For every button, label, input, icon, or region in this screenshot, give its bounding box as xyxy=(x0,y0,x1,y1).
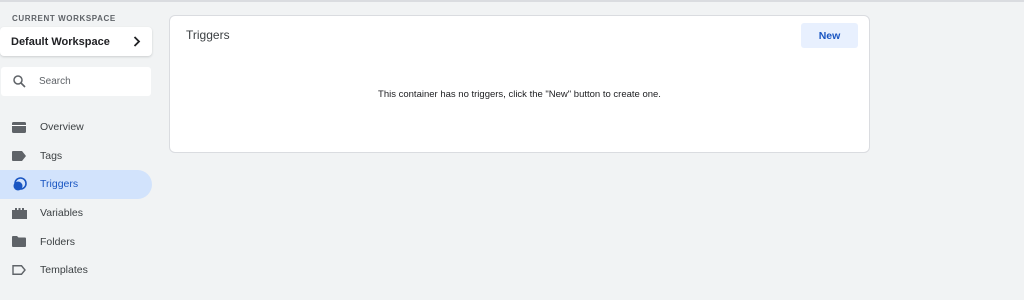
new-trigger-button[interactable]: New xyxy=(801,23,858,48)
sidebar-item-overview[interactable]: Overview xyxy=(0,113,152,142)
sidebar-item-label: Variables xyxy=(40,207,83,220)
chevron-right-icon xyxy=(132,36,142,48)
workspace-caption: CURRENT WORKSPACE xyxy=(12,14,116,23)
sidebar-item-label: Folders xyxy=(40,235,76,248)
sidebar: CURRENT WORKSPACE Default Workspace Over… xyxy=(0,0,160,300)
sidebar-item-label: Triggers xyxy=(40,178,79,191)
sidebar-item-label: Tags xyxy=(40,149,63,162)
workspace-selector[interactable]: Default Workspace xyxy=(0,27,152,56)
sidebar-item-folders[interactable]: Folders xyxy=(0,227,152,256)
sidebar-item-label: Templates xyxy=(40,264,88,277)
search-icon xyxy=(12,75,26,89)
sidebar-item-templates[interactable]: Templates xyxy=(0,256,152,285)
search-box[interactable] xyxy=(1,67,151,96)
template-icon xyxy=(11,262,27,278)
trigger-icon xyxy=(11,176,27,192)
workspace-name: Default Workspace xyxy=(11,35,110,48)
sidebar-nav: Overview Tags Triggers Variables Folders xyxy=(0,113,152,285)
empty-state-message: This container has no triggers, click th… xyxy=(378,89,661,100)
page-title: Triggers xyxy=(186,28,230,42)
sidebar-item-variables[interactable]: Variables xyxy=(0,199,152,228)
tag-icon xyxy=(11,148,27,164)
folder-icon xyxy=(11,234,27,250)
search-input[interactable] xyxy=(39,76,139,87)
sidebar-item-label: Overview xyxy=(40,121,84,134)
sidebar-item-triggers[interactable]: Triggers xyxy=(0,170,152,199)
triggers-card: Triggers New This container has no trigg… xyxy=(169,15,870,153)
sidebar-item-tags[interactable]: Tags xyxy=(0,142,152,171)
overview-icon xyxy=(11,119,27,135)
variables-icon xyxy=(11,205,27,221)
